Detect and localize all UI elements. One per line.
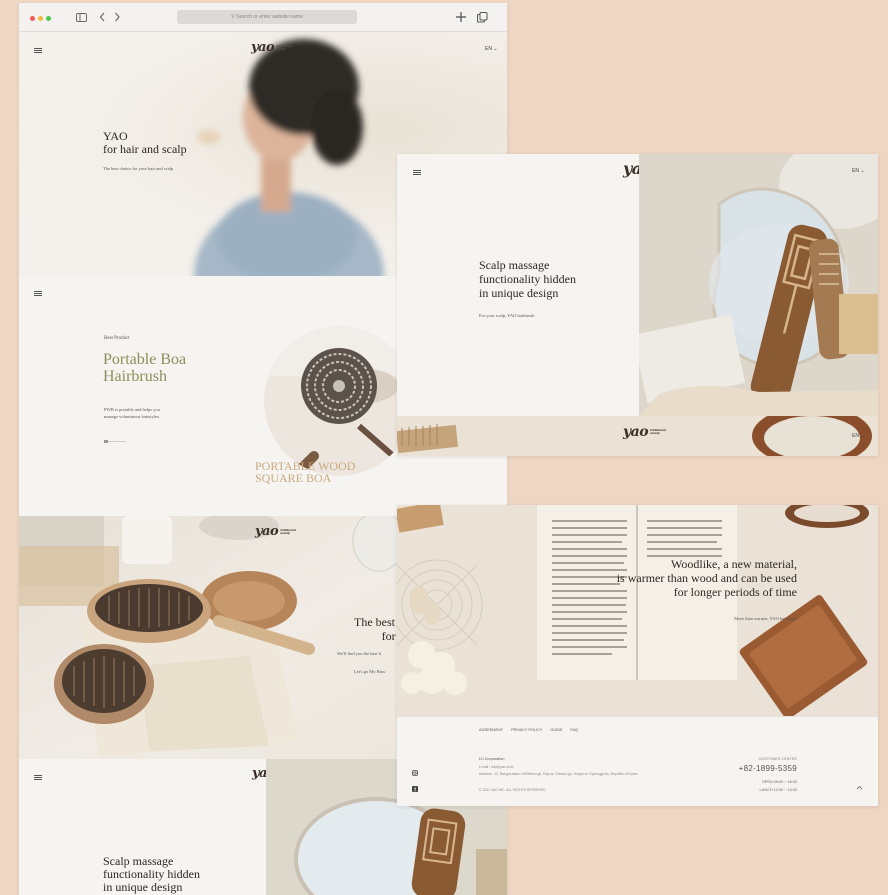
footer-address: Address : 12, Baegot-daero 1905beon-gil,… [479, 772, 638, 776]
instagram-icon[interactable] [412, 770, 418, 776]
footer-link-guide[interactable]: GUIDE [550, 728, 562, 732]
facebook-icon[interactable]: f [412, 786, 418, 792]
footer-nav: AGREEMENT PRIVACY POLICY GUIDE FAQ [479, 728, 578, 732]
product-title-line1: Portable Boa [103, 351, 187, 368]
back-icon[interactable] [99, 12, 106, 22]
logo[interactable]: yaofor Wellness hair and scalp [251, 40, 292, 55]
sidebar-icon[interactable] [76, 13, 87, 22]
hero-title-line2: for hair and scalp [103, 142, 187, 156]
scroll-top-icon[interactable] [856, 785, 863, 790]
massage-title-line1: Scalp massage [479, 258, 550, 272]
woodlike-line1: Woodlike, a new material, [671, 557, 797, 571]
footer-email: e-mail : info@yao.co.kr [479, 765, 514, 769]
tabs-icon[interactable] [477, 12, 488, 23]
product-overlay-title: PORTABLE WOOD SQUARE BOA [255, 460, 355, 484]
footer-link-privacy[interactable]: PRIVACY POLICY [511, 728, 542, 732]
new-tab-icon[interactable] [456, 12, 466, 22]
address-placeholder: Search or enter website name [236, 14, 303, 20]
address-bar[interactable]: ⚲ Search or enter website name [177, 10, 357, 24]
slider-active-dot [104, 440, 108, 443]
massage-page-card: yaofor Wellness hair and scalp EN ⌄ Scal… [397, 154, 878, 456]
language-label: EN [852, 433, 859, 439]
language-selector[interactable]: EN ⌄ [485, 46, 498, 52]
menu-icon[interactable] [34, 775, 42, 780]
footer-company: DJ Corporation [479, 757, 505, 761]
logo-text: yao [251, 40, 275, 55]
product-overlay-line2: SQUARE BOA [255, 471, 332, 485]
woodlike-line2: is warmer than wood and can be used [616, 571, 797, 585]
logo-tagline: for Wellness hair and scalp [650, 428, 666, 435]
woodlike-subtitle: More than warmer, YAO hairbrush [734, 616, 797, 621]
customer-center-phone[interactable]: +82-1899-5359 [697, 764, 797, 773]
hero-subtitle: The best choice for your hair and scalp [103, 166, 174, 171]
product-desc-line1: PWB is portable and helps you [104, 407, 160, 412]
brush-mirror-photo [639, 154, 878, 416]
language-selector[interactable]: EN ⌄ [852, 168, 865, 174]
hero-model-photo [194, 39, 384, 276]
language-label: EN [485, 46, 492, 52]
maximize-window-dot[interactable] [46, 16, 51, 21]
product-title: Portable Boa Hairbrush [103, 351, 186, 385]
forward-icon[interactable] [114, 12, 121, 22]
logo-text: yao [623, 424, 649, 440]
logo-text: yao [255, 524, 279, 539]
woodlike-line3: for longer periods of time [673, 585, 797, 599]
footer-copyright: © 2021 YAO INC. ALL RIGHTS RESERVED. [479, 788, 547, 792]
massage-subtitle: For your scalp, YAO hairbrush [479, 313, 535, 318]
product-desc-line2: manage voluminous hairstyles. [104, 414, 160, 419]
logo-tagline: for Wellness hair and scalp [280, 527, 296, 535]
close-window-dot[interactable] [30, 16, 35, 21]
minimize-window-dot[interactable] [38, 16, 43, 21]
choice-description: We'll find you the best h [337, 651, 381, 656]
logo[interactable]: yaofor Wellness hair and scalp [623, 424, 666, 440]
product-eyebrow: Best Product [104, 336, 130, 341]
browser-toolbar: ⚲ Search or enter website name [19, 3, 507, 32]
massage-title-line2: functionality hidden [479, 272, 576, 286]
language-label: EN [852, 168, 859, 174]
woodlike-page-card: Woodlike, a new material, is warmer than… [397, 505, 878, 806]
logo[interactable]: yaofor Wellness hair and scalp [255, 524, 296, 539]
choice-link[interactable]: Let's go My Brus [354, 669, 385, 674]
customer-center-label: CUSTOMER CENTER [758, 757, 797, 761]
language-selector[interactable]: EN ⌄ [852, 433, 865, 439]
massage-title: Scalp massage functionality hidden in un… [479, 258, 576, 300]
hero-title: YAO for hair and scalp [103, 130, 187, 156]
open-hours: OPEN 09:00 ~ 18:00 [761, 780, 797, 784]
lunch-hours: LUNCH 12:00 ~ 13:00 [759, 788, 797, 792]
product-title-line2: Hairbrush [103, 368, 167, 385]
massage-preview-title: Scalp massage functionality hidden in un… [103, 855, 200, 894]
menu-icon[interactable] [34, 291, 42, 296]
woodlike-title: Woodlike, a new material, is warmer than… [557, 557, 797, 599]
product-description: PWB is portable and helps you manage vol… [104, 406, 160, 420]
footer-link-agreement[interactable]: AGREEMENT [479, 728, 503, 732]
footer-link-faq[interactable]: FAQ [570, 728, 578, 732]
footer: AGREEMENT PRIVACY POLICY GUIDE FAQ DJ Co… [397, 716, 878, 806]
massage-title-line3: in unique design [479, 286, 559, 300]
menu-icon[interactable] [34, 48, 42, 53]
menu-icon[interactable] [413, 170, 421, 175]
book-photo [397, 505, 878, 716]
massage-preview-line3: in unique design [103, 880, 183, 894]
logo-tagline: for Wellness hair and scalp [276, 43, 292, 51]
